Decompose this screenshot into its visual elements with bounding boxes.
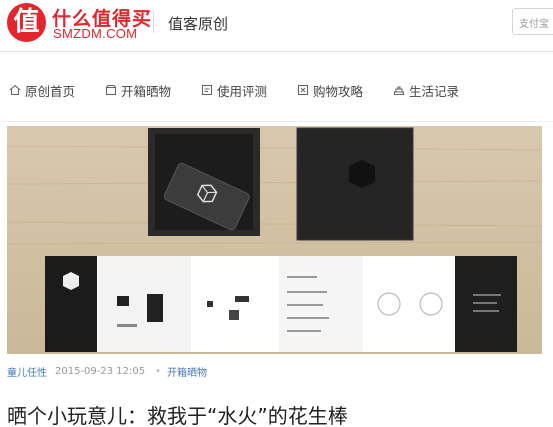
section-title[interactable]: 值客原创 <box>168 13 228 34</box>
category-separator: • <box>155 365 162 377</box>
site-logo-domain[interactable]: SMZDM.COM <box>53 26 137 41</box>
header-divider <box>153 11 154 33</box>
review-icon <box>201 84 213 96</box>
article-meta: 童儿任性 2015-09-23 12:05 • 开箱晒物 <box>7 364 207 379</box>
nav-item-shopping-guide[interactable]: 购物攻略 <box>297 81 363 99</box>
nav-divider <box>0 121 553 122</box>
nav-item-life-record[interactable]: 生活记录 <box>393 81 459 99</box>
nav-item-label: 原创首页 <box>25 83 76 99</box>
author-link[interactable]: 童儿任性 <box>7 364 47 379</box>
hero-photo <box>7 126 542 354</box>
article-title[interactable]: 晒个小玩意儿：救我于“水火”的花生棒 <box>7 400 348 427</box>
box-icon <box>105 84 117 96</box>
nav-item-label: 使用评测 <box>217 83 268 99</box>
guide-icon <box>297 84 309 96</box>
nav-item-original-home[interactable]: 原创首页 <box>9 81 75 99</box>
publish-date: 2015-09-23 12:05 <box>55 365 146 377</box>
home-icon <box>9 84 21 96</box>
search-input[interactable] <box>512 8 553 35</box>
nav-item-label: 购物攻略 <box>313 83 364 99</box>
nav-item-label: 开箱晒物 <box>121 83 172 99</box>
nav-item-unboxing[interactable]: 开箱晒物 <box>105 81 171 99</box>
category-nav: 原创首页 开箱晒物 使用评测 购物攻略 生活记录 <box>0 52 553 120</box>
article-hero-image[interactable] <box>7 126 542 354</box>
category-link[interactable]: 开箱晒物 <box>167 364 207 379</box>
life-icon <box>393 86 405 96</box>
site-logo[interactable]: 值 <box>7 3 46 42</box>
nav-item-label: 生活记录 <box>409 83 460 99</box>
site-header: 值 什么值得买 SMZDM.COM 值客原创 <box>0 0 553 52</box>
nav-item-review[interactable]: 使用评测 <box>201 81 267 99</box>
